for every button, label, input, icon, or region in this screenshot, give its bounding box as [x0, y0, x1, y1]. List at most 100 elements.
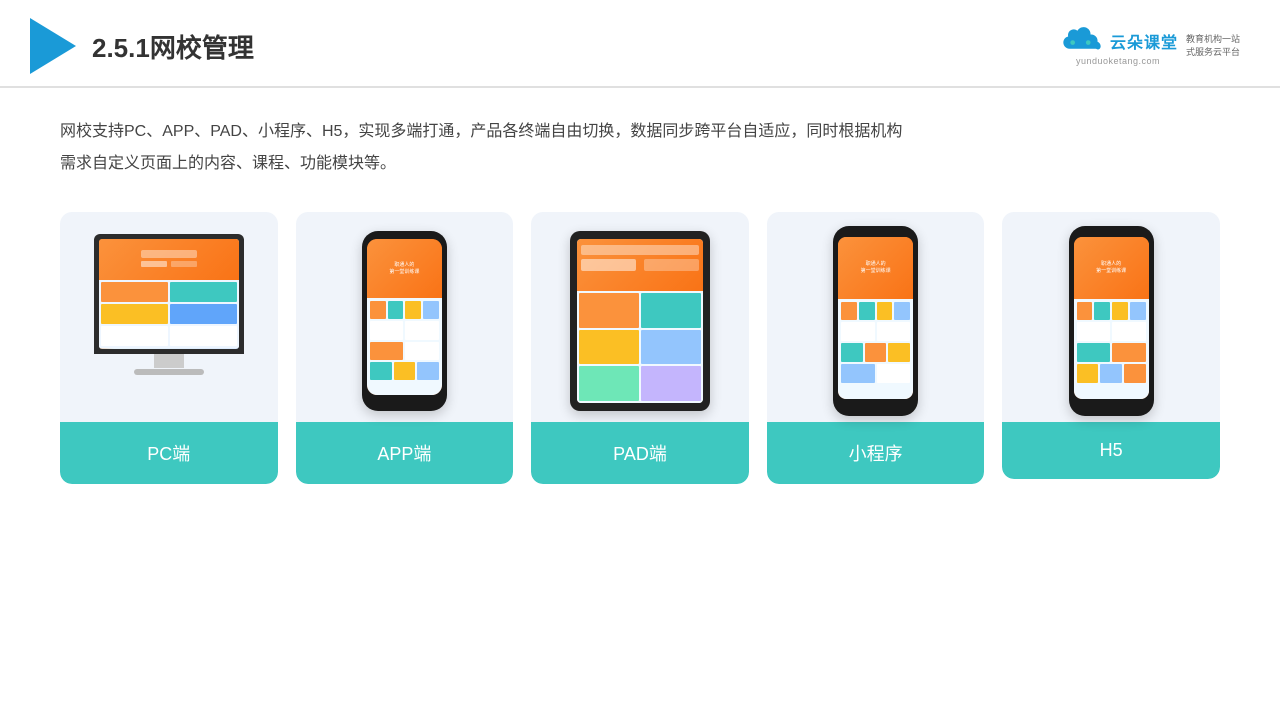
- app-screen-text: 职通人的第一堂训练课: [389, 262, 419, 276]
- brand-logo: 云朵课堂 yunduoketang.com: [1058, 27, 1178, 66]
- screen-block-1: [101, 282, 168, 302]
- pad-block-6: [641, 366, 701, 401]
- mp-block-8: [865, 343, 887, 362]
- mp-block-5: [841, 322, 875, 341]
- page-header: 2.5.1网校管理 云朵课堂 yunduoketang.com 教育机构一站式服…: [0, 0, 1280, 88]
- brand-tagline: 教育机构一站式服务云平台: [1186, 33, 1240, 58]
- h5-notch: [1091, 226, 1131, 234]
- app-label: APP端: [296, 422, 514, 484]
- pc-device-mockup: [89, 234, 249, 409]
- pad-screen-body: [577, 291, 703, 403]
- mp-block-4: [894, 302, 910, 321]
- h5-block-9: [1077, 364, 1099, 383]
- app-block-11: [417, 362, 439, 380]
- header-right: 云朵课堂 yunduoketang.com 教育机构一站式服务云平台: [1058, 27, 1240, 66]
- h5-row-3: [1077, 343, 1146, 362]
- pc-stand: [154, 354, 184, 368]
- mp-block-10: [841, 364, 875, 383]
- pad-image-area: [531, 212, 749, 422]
- pad-screen-content: [577, 239, 703, 275]
- h5-label: H5: [1002, 422, 1220, 479]
- h5-row-2: [1077, 322, 1146, 341]
- h5-block-11: [1124, 364, 1146, 383]
- h5-block-2: [1094, 302, 1110, 321]
- h5-block-10: [1100, 364, 1122, 383]
- mp-block-1: [841, 302, 857, 321]
- screen-block-4: [170, 304, 237, 324]
- app-row-2: [370, 321, 439, 339]
- mp-block-2: [859, 302, 875, 321]
- miniprogram-card: 职通人的第一堂训练课: [767, 212, 985, 484]
- app-block-2: [388, 301, 404, 319]
- h5-block-7: [1077, 343, 1111, 362]
- app-phone-screen: 职通人的第一堂训练课: [367, 239, 442, 395]
- mp-row-1: [841, 302, 910, 321]
- pad-block-1: [579, 293, 639, 328]
- h5-block-4: [1130, 302, 1146, 321]
- h5-row-1: [1077, 302, 1146, 321]
- pad-block-5: [579, 366, 639, 401]
- app-row-3: [370, 342, 439, 360]
- app-block-4: [423, 301, 439, 319]
- app-block-8: [405, 342, 439, 360]
- h5-phone-mockup: 职通人的第一堂训练课: [1069, 226, 1154, 416]
- pc-screen-bottom: [99, 280, 239, 348]
- pad-block-4: [641, 330, 701, 365]
- page-title: 2.5.1网校管理: [92, 28, 254, 65]
- mp-row-2: [841, 322, 910, 341]
- h5-phone-screen: 职通人的第一堂训练课: [1074, 237, 1149, 399]
- mp-row-4: [841, 364, 910, 383]
- miniprogram-screen-header: 职通人的第一堂训练课: [838, 237, 913, 299]
- app-block-1: [370, 301, 386, 319]
- h5-block-1: [1077, 302, 1093, 321]
- app-screen-body: [367, 298, 442, 395]
- pad-screen-header: [577, 239, 703, 291]
- main-content: 网校支持PC、APP、PAD、小程序、H5，实现多端打通，产品各终端自由切换，数…: [0, 88, 1280, 504]
- miniprogram-phone-mockup: 职通人的第一堂训练课: [833, 226, 918, 416]
- app-block-3: [405, 301, 421, 319]
- miniprogram-screen-text: 职通人的第一堂训练课: [861, 261, 891, 275]
- brand-url: yunduoketang.com: [1076, 56, 1160, 66]
- screen-block-6: [170, 326, 237, 346]
- app-block-6: [405, 321, 439, 339]
- app-phone-mockup: 职通人的第一堂训练课: [362, 231, 447, 411]
- miniprogram-image-area: 职通人的第一堂训练课: [767, 212, 985, 422]
- h5-card: 职通人的第一堂训练课: [1002, 212, 1220, 479]
- screen-block-2: [170, 282, 237, 302]
- app-block-9: [370, 362, 392, 380]
- app-card: 职通人的第一堂训练课: [296, 212, 514, 484]
- pad-block-3: [579, 330, 639, 365]
- pc-screen-content-icon: [139, 248, 199, 270]
- h5-screen-header: 职通人的第一堂训练课: [1074, 237, 1149, 299]
- app-block-10: [394, 362, 416, 380]
- miniprogram-screen-body: [838, 299, 913, 399]
- header-left: 2.5.1网校管理: [30, 18, 254, 74]
- mp-block-11: [877, 364, 911, 383]
- description-text: 网校支持PC、APP、PAD、小程序、H5，实现多端打通，产品各终端自由切换，数…: [60, 116, 1220, 180]
- pc-screen: [99, 239, 239, 349]
- pc-screen-top: [99, 239, 239, 281]
- app-screen-header: 职通人的第一堂训练课: [367, 239, 442, 298]
- mp-block-7: [841, 343, 863, 362]
- app-block-7: [370, 342, 404, 360]
- miniprogram-notch: [856, 226, 896, 234]
- cloud-icon: [1058, 27, 1106, 55]
- h5-block-5: [1077, 322, 1111, 341]
- platform-cards: PC端 职通人的第一堂训练课: [60, 212, 1220, 484]
- pc-monitor: [94, 234, 244, 354]
- app-row-4: [370, 362, 439, 380]
- pc-base: [134, 369, 204, 375]
- pc-image-area: [60, 212, 278, 422]
- h5-block-6: [1112, 322, 1146, 341]
- pad-block-2: [641, 293, 701, 328]
- app-block-5: [370, 321, 404, 339]
- h5-screen-body: [1074, 299, 1149, 399]
- mp-block-3: [877, 302, 893, 321]
- h5-block-8: [1112, 343, 1146, 362]
- mp-block-6: [877, 322, 911, 341]
- brand-name: 云朵课堂: [1110, 29, 1178, 53]
- mp-row-3: [841, 343, 910, 362]
- h5-block-3: [1112, 302, 1128, 321]
- pad-card: PAD端: [531, 212, 749, 484]
- mp-block-9: [888, 343, 910, 362]
